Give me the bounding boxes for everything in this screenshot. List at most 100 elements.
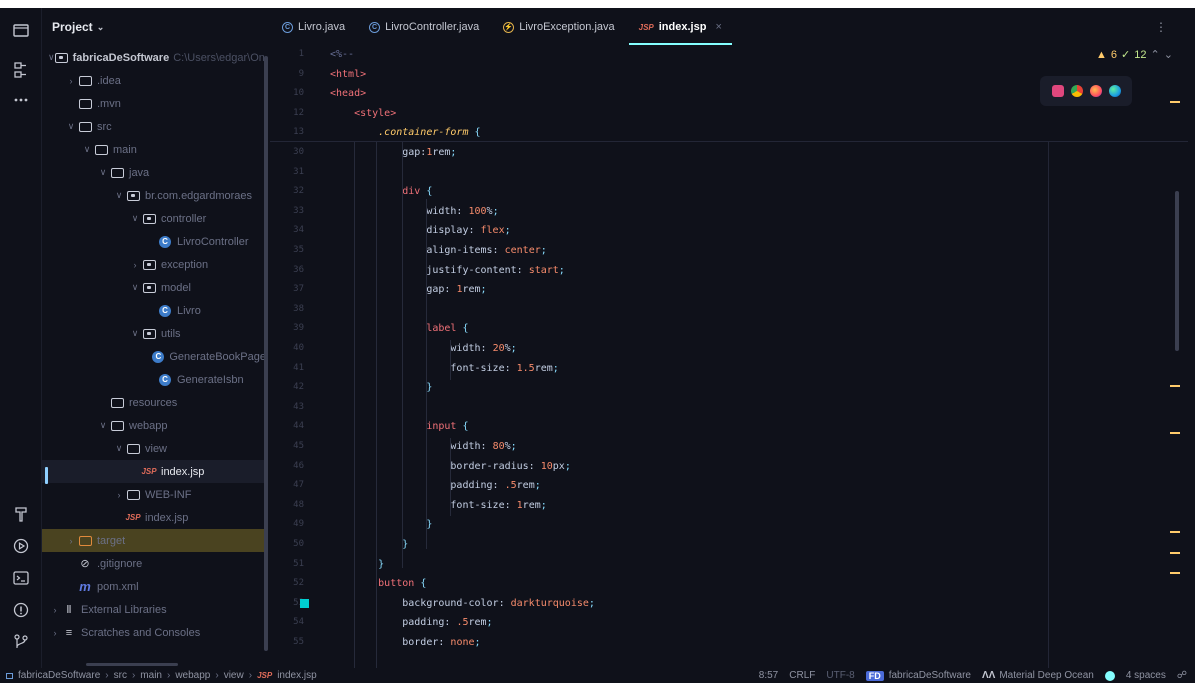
- git-icon[interactable]: [9, 630, 33, 654]
- editor-tab[interactable]: C Livro.java: [270, 8, 357, 46]
- line-number[interactable]: 52: [270, 574, 304, 593]
- line-number[interactable]: 36: [270, 261, 304, 280]
- chevron-down-icon[interactable]: ∨: [80, 144, 94, 155]
- editor-tab[interactable]: JSP index.jsp ×: [627, 8, 734, 46]
- project-tool-window-icon[interactable]: [9, 18, 33, 42]
- chrome-icon[interactable]: [1070, 85, 1083, 97]
- code-line[interactable]: font-size: 1.5rem;: [330, 359, 558, 378]
- line-number[interactable]: 44: [270, 417, 304, 436]
- line-number[interactable]: 12: [270, 104, 304, 123]
- code-line[interactable]: <style>: [330, 104, 396, 123]
- error-stripe-marker[interactable]: [1170, 552, 1180, 554]
- breadcrumb-item[interactable]: index.jsp: [277, 670, 316, 681]
- tree-item[interactable]: › Ⅱ External Libraries: [42, 598, 266, 621]
- line-number[interactable]: 41: [270, 359, 304, 378]
- code-line[interactable]: font-size: 1rem;: [330, 496, 546, 515]
- tree-item[interactable]: ∨ java: [42, 161, 266, 184]
- editor-tab[interactable]: C LivroController.java: [357, 8, 491, 46]
- code-line[interactable]: width: 20%;: [330, 339, 516, 358]
- indent-setting[interactable]: 4 spaces: [1126, 670, 1166, 681]
- chevron-down-icon[interactable]: ∨: [128, 282, 142, 293]
- chevron-right-icon[interactable]: ›: [112, 490, 126, 500]
- code-line[interactable]: }: [330, 515, 432, 534]
- tree-item[interactable]: › exception: [42, 253, 266, 276]
- tree-item[interactable]: ∨ webapp: [42, 414, 266, 437]
- tree-item[interactable]: C GenerateIsbn: [42, 368, 266, 391]
- line-number[interactable]: 55: [270, 633, 304, 652]
- theme-switcher[interactable]: ΛΛ Material Deep Ocean: [982, 670, 1094, 681]
- line-number[interactable]: 13: [270, 123, 304, 142]
- tree-item[interactable]: ∨ br.com.edgardmoraes: [42, 184, 266, 207]
- services-run-icon[interactable]: [9, 534, 33, 558]
- tree-item[interactable]: m pom.xml: [42, 575, 266, 598]
- code-line[interactable]: .container-form {: [330, 123, 480, 142]
- code-line[interactable]: input {: [330, 417, 468, 436]
- chevron-right-icon[interactable]: ›: [64, 76, 78, 86]
- chevron-down-icon[interactable]: ∨: [128, 328, 142, 339]
- error-stripe-marker[interactable]: [1170, 385, 1180, 387]
- tree-item[interactable]: C GenerateBookPage: [42, 345, 266, 368]
- line-number[interactable]: 30: [270, 143, 304, 162]
- line-number[interactable]: 9: [270, 65, 304, 84]
- code-line[interactable]: border: none;: [330, 633, 480, 652]
- line-number[interactable]: 40: [270, 339, 304, 358]
- editor-tab[interactable]: ⚡ LivroException.java: [491, 8, 626, 46]
- caret-position[interactable]: 8:57: [759, 670, 778, 681]
- breadcrumb-item[interactable]: main: [140, 670, 162, 681]
- chevron-right-icon[interactable]: ›: [48, 605, 62, 615]
- tree-item[interactable]: › ≡ Scratches and Consoles: [42, 621, 266, 644]
- lock-icon[interactable]: ☍: [1177, 670, 1187, 681]
- firefox-icon[interactable]: [1089, 85, 1102, 97]
- breadcrumb-item[interactable]: webapp: [175, 670, 210, 681]
- line-number[interactable]: 37: [270, 280, 304, 299]
- chevron-right-icon[interactable]: ›: [128, 260, 142, 270]
- more-tools-icon[interactable]: [9, 88, 33, 112]
- error-stripe-marker[interactable]: [1170, 572, 1180, 574]
- project-scrollbar[interactable]: [264, 56, 268, 651]
- line-number[interactable]: 43: [270, 398, 304, 417]
- tree-item[interactable]: ∨ model: [42, 276, 266, 299]
- tree-item[interactable]: ∨ src: [42, 115, 266, 138]
- tree-item[interactable]: C LivroController: [42, 230, 266, 253]
- project-switcher[interactable]: FD fabricaDeSoftware: [865, 670, 971, 681]
- editor-scrollbar[interactable]: [1175, 191, 1179, 351]
- tree-item[interactable]: ∨ fabricaDeSoftware C:\Users\edgar\One: [42, 46, 266, 69]
- code-line[interactable]: button {: [330, 574, 426, 593]
- chevron-down-icon[interactable]: ∨: [96, 420, 110, 431]
- chevron-down-icon[interactable]: ∨: [48, 52, 55, 63]
- code-line[interactable]: <%--: [330, 46, 354, 64]
- line-number[interactable]: 33: [270, 202, 304, 221]
- project-panel-header[interactable]: Project ⌄: [42, 8, 270, 46]
- file-encoding[interactable]: UTF-8: [826, 670, 854, 681]
- error-stripe-marker[interactable]: [1170, 531, 1180, 533]
- error-stripe-marker[interactable]: [1170, 101, 1180, 103]
- tree-item[interactable]: › WEB-INF: [42, 483, 266, 506]
- tree-item[interactable]: .mvn: [42, 92, 266, 115]
- chevron-right-icon[interactable]: ›: [48, 628, 62, 638]
- tree-item[interactable]: JSP index.jsp: [42, 506, 266, 529]
- tree-item[interactable]: › .idea: [42, 69, 266, 92]
- code-line[interactable]: align-items: center;: [330, 241, 546, 260]
- breadcrumb-item[interactable]: fabricaDeSoftware: [18, 670, 100, 681]
- line-number[interactable]: 38: [270, 300, 304, 319]
- breadcrumb-item[interactable]: view: [224, 670, 244, 681]
- close-tab-icon[interactable]: ×: [715, 21, 721, 33]
- line-number[interactable]: 48: [270, 496, 304, 515]
- code-line[interactable]: div {: [330, 182, 432, 201]
- intellij-browser-icon[interactable]: [1051, 85, 1064, 97]
- chevron-down-icon[interactable]: ∨: [128, 213, 142, 224]
- previous-highlight-icon[interactable]: ⌃: [1150, 48, 1159, 61]
- code-line[interactable]: gap:1rem;: [330, 143, 456, 162]
- tree-item[interactable]: ⊘ .gitignore: [42, 552, 266, 575]
- code-line[interactable]: width: 80%;: [330, 437, 516, 456]
- line-number[interactable]: 31: [270, 163, 304, 182]
- code-line[interactable]: display: flex;: [330, 221, 510, 240]
- line-number[interactable]: 32: [270, 182, 304, 201]
- tab-options-icon[interactable]: ⋮: [1155, 20, 1167, 34]
- tree-item[interactable]: ∨ main: [42, 138, 266, 161]
- terminal-icon[interactable]: [9, 566, 33, 590]
- chevron-down-icon[interactable]: ∨: [64, 121, 78, 132]
- inspection-widget[interactable]: ▲ 6 ✓ 12 ⌃ ⌄: [1096, 48, 1173, 62]
- line-number[interactable]: 42: [270, 378, 304, 397]
- breadcrumb-item[interactable]: src: [114, 670, 127, 681]
